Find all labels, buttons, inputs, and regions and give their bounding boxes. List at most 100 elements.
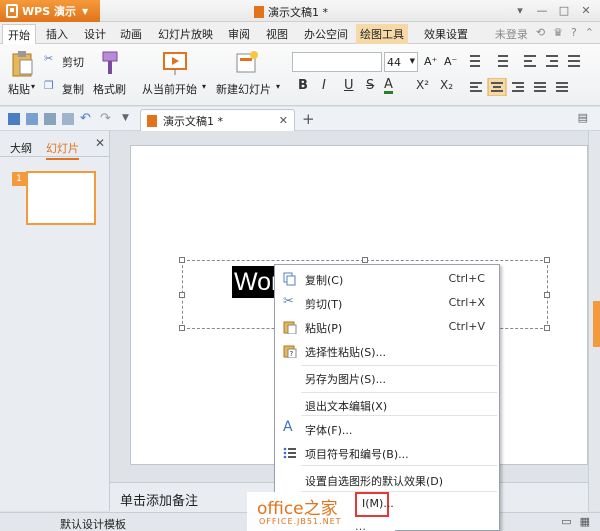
font-color-button[interactable]: A xyxy=(384,78,393,94)
format-painter-button[interactable]: 格式刷 xyxy=(93,81,126,97)
underline-button[interactable]: U xyxy=(344,78,354,93)
ribbon-toggle-icon[interactable]: ⌃ xyxy=(585,26,594,42)
tab-home[interactable]: 开始 xyxy=(2,24,36,46)
tab-review[interactable]: 审阅 xyxy=(228,26,250,42)
cut-button[interactable]: 剪切 xyxy=(62,54,84,70)
from-current-button[interactable]: 从当前开始 xyxy=(142,81,197,97)
format-painter-icon[interactable] xyxy=(100,50,120,76)
paste-button[interactable]: 粘贴 xyxy=(8,81,30,97)
menu-bar: 开始 插入 设计 动画 幻灯片放映 审阅 视图 办公空间 绘图工具 效果设置 未… xyxy=(0,22,600,46)
context-menu: 复制(C) Ctrl+C ✂ 剪切(T) Ctrl+X 粘贴(P) Ctrl+V… xyxy=(274,264,500,531)
menu-item-set-default-effect[interactable]: 设置自选图形的默认效果(D) xyxy=(275,469,499,491)
copy-button[interactable]: 复制 xyxy=(62,81,84,97)
new-tab-icon[interactable]: + xyxy=(302,110,315,128)
italic-button[interactable]: I xyxy=(322,78,326,93)
theme-icon[interactable]: ⟲ xyxy=(536,26,545,42)
resize-handle[interactable] xyxy=(179,325,185,331)
close-pane-icon[interactable]: ✕ xyxy=(95,136,105,150)
new-slide-icon[interactable] xyxy=(234,50,260,76)
close-icon[interactable]: ✕ xyxy=(576,2,596,19)
help-icon[interactable]: ? xyxy=(571,26,577,42)
paragraph-tools-row[interactable] xyxy=(468,52,588,70)
app-menu-button[interactable]: WPS 演示 ▼ xyxy=(0,0,100,22)
tab-insert[interactable]: 插入 xyxy=(46,26,68,42)
maximize-icon[interactable]: □ xyxy=(554,2,574,19)
resize-handle[interactable] xyxy=(179,257,185,263)
open-icon[interactable] xyxy=(26,113,38,125)
menu-icon[interactable]: ▾ xyxy=(510,2,530,19)
resize-handle[interactable] xyxy=(544,325,550,331)
partial-menu-label[interactable]: I(M)... xyxy=(362,497,394,510)
tab-animation[interactable]: 动画 xyxy=(120,26,142,42)
vertical-scrollbar[interactable] xyxy=(588,131,600,511)
new-slide-button[interactable]: 新建幻灯片 xyxy=(216,81,271,97)
slide-number-badge: 1 xyxy=(12,172,26,186)
tab-drawing-tools[interactable]: 绘图工具 xyxy=(356,24,408,44)
font-name-combo[interactable] xyxy=(292,52,382,72)
document-icon xyxy=(147,114,157,127)
watermark-url: OFFICE.JB51.NET xyxy=(259,517,342,526)
skin-icon[interactable]: ♛ xyxy=(553,26,563,42)
paste-special-icon: ? xyxy=(283,345,297,358)
menu-separator xyxy=(301,465,497,466)
customize-chevron-down-icon[interactable]: ▼ xyxy=(122,113,129,123)
superscript-button[interactable]: X² xyxy=(416,78,429,92)
menu-item-paste[interactable]: 粘贴(P) Ctrl+V xyxy=(275,316,499,338)
subscript-button[interactable]: X₂ xyxy=(440,78,453,92)
grow-font-icon[interactable]: A⁺ xyxy=(424,55,437,68)
view-sorter-icon[interactable]: ▦ xyxy=(580,515,590,528)
menu-item-exit-text-edit[interactable]: 退出文本编辑(X) xyxy=(275,394,499,416)
menu-item-font[interactable]: A 字体(F)... xyxy=(275,418,499,440)
paste-icon[interactable] xyxy=(10,50,34,78)
tab-document[interactable]: 演示文稿1 * ✕ xyxy=(140,109,295,131)
tab-office-space[interactable]: 办公空间 xyxy=(304,26,348,42)
new-slide-chevron-down-icon[interactable]: ▾ xyxy=(276,82,280,91)
menu-item-paste-special[interactable]: ? 选择性粘贴(S)... xyxy=(275,340,499,362)
redo-icon[interactable]: ↷ xyxy=(100,111,111,126)
tab-slides[interactable]: 幻灯片 xyxy=(46,140,79,160)
scissors-icon: ✂ xyxy=(283,294,294,309)
menu-item-copy[interactable]: 复制(C) Ctrl+C xyxy=(275,268,499,290)
view-normal-icon[interactable]: ▭ xyxy=(561,515,571,528)
window-title: 演示文稿1 * xyxy=(254,4,328,20)
bold-button[interactable]: B xyxy=(298,78,308,93)
preview-icon[interactable] xyxy=(62,113,74,125)
menu-item-label: 复制(C) xyxy=(305,274,344,287)
tab-outline[interactable]: 大纲 xyxy=(10,140,32,156)
slide-thumbnail[interactable] xyxy=(26,171,96,225)
resize-handle[interactable] xyxy=(179,292,185,298)
login-link[interactable]: 未登录 xyxy=(495,26,528,42)
side-panel-handle[interactable] xyxy=(593,301,600,347)
menu-item-bullets-numbering[interactable]: 项目符号和编号(B)... xyxy=(275,442,499,464)
paste-chevron-down-icon[interactable]: ▾ xyxy=(31,82,35,91)
font-size-combo[interactable]: 44 ▼ xyxy=(384,52,418,72)
tab-slideshow[interactable]: 幻灯片放映 xyxy=(158,26,213,42)
notes-placeholder: 单击添加备注 xyxy=(120,494,199,509)
chevron-down-icon: ▼ xyxy=(81,6,89,16)
tab-design[interactable]: 设计 xyxy=(84,26,106,42)
resize-handle[interactable] xyxy=(362,257,368,263)
resize-handle[interactable] xyxy=(544,257,550,263)
tab-effect-settings[interactable]: 效果设置 xyxy=(424,26,468,42)
from-current-chevron-down-icon[interactable]: ▾ xyxy=(202,82,206,91)
menu-item-cut[interactable]: ✂ 剪切(T) Ctrl+X xyxy=(275,292,499,314)
resize-handle[interactable] xyxy=(544,292,550,298)
alignment-row[interactable] xyxy=(468,78,588,96)
tab-view[interactable]: 视图 xyxy=(266,26,288,42)
minimize-icon[interactable]: — xyxy=(532,2,552,19)
save-icon[interactable] xyxy=(8,113,20,125)
shrink-font-icon[interactable]: A⁻ xyxy=(444,55,457,68)
quick-access-toolbar: ↶ ↷ ▼ 演示文稿1 * ✕ + ▤ xyxy=(0,107,600,131)
menu-separator xyxy=(301,392,497,393)
menu-item-label: 字体(F)... xyxy=(305,424,353,437)
selected-text[interactable]: Word xyxy=(232,266,274,298)
strikethrough-button[interactable]: S xyxy=(366,78,374,93)
close-tab-icon[interactable]: ✕ xyxy=(279,114,288,127)
window-title-text: 演示文稿1 * xyxy=(268,6,328,19)
menu-item-save-as-picture[interactable]: 另存为图片(S)... xyxy=(275,367,499,389)
undo-icon[interactable]: ↶ xyxy=(80,111,91,126)
print-icon[interactable] xyxy=(44,113,56,125)
ribbon: 粘贴 ▾ ✂ 剪切 ❐ 复制 格式刷 从当前开始 ▾ 新建幻灯片 ▾ 44 ▼ A… xyxy=(0,44,600,106)
slideshow-from-current-icon[interactable] xyxy=(162,50,190,76)
tab-list-icon[interactable]: ▤ xyxy=(578,111,588,124)
